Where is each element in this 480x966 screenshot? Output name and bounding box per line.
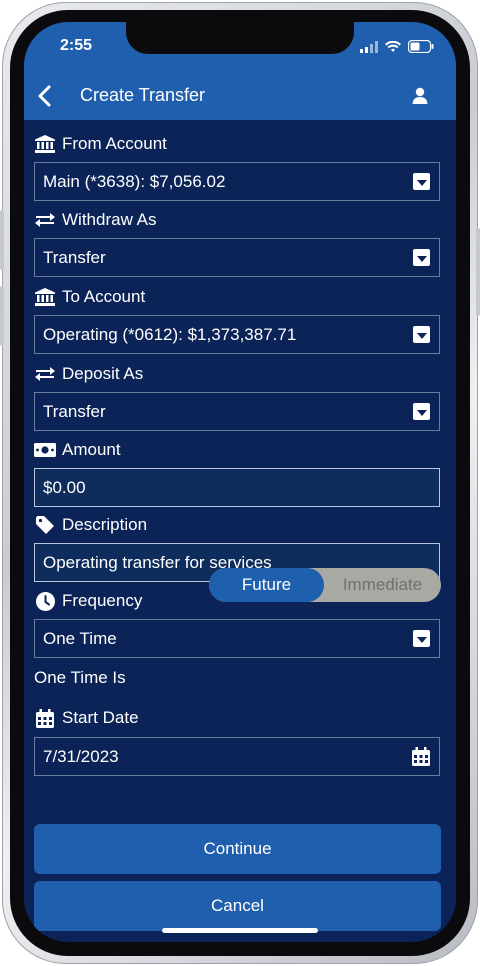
deposit-as-select[interactable]: Transfer xyxy=(34,392,440,431)
exchange-icon xyxy=(34,210,56,230)
from-account-value: Main (*3638): $7,056.02 xyxy=(43,171,226,191)
from-account-label: From Account xyxy=(34,132,167,156)
status-icons xyxy=(360,40,434,53)
from-account-select[interactable]: Main (*3638): $7,056.02 xyxy=(34,162,440,201)
dropdown-caret-icon xyxy=(413,249,430,266)
to-account-label-text: To Account xyxy=(62,287,146,306)
withdraw-as-label-text: Withdraw As xyxy=(62,210,157,229)
continue-button[interactable]: Continue xyxy=(34,824,441,874)
clock-icon xyxy=(34,591,56,611)
calendar-picker-icon[interactable] xyxy=(412,747,430,766)
cancel-button[interactable]: Cancel xyxy=(34,881,441,931)
status-time: 2:55 xyxy=(60,37,93,54)
amount-label-text: Amount xyxy=(62,440,121,459)
one-time-is-label-text: One Time Is xyxy=(34,668,126,687)
dropdown-caret-icon xyxy=(413,326,430,343)
start-date-input[interactable]: 7/31/2023 xyxy=(34,737,440,776)
withdraw-as-value: Transfer xyxy=(43,247,106,267)
user-profile-icon[interactable] xyxy=(410,86,430,106)
toggle-future-option[interactable]: Future xyxy=(209,568,324,602)
app-screen: 2:55 Create Transfer From Account Main (… xyxy=(24,22,456,942)
deposit-as-label: Deposit As xyxy=(34,362,143,386)
frequency-value: One Time xyxy=(43,628,117,648)
start-date-label-text: Start Date xyxy=(62,708,139,727)
amount-value: $0.00 xyxy=(43,477,86,497)
deposit-as-label-text: Deposit As xyxy=(62,364,144,383)
to-account-label: To Account xyxy=(34,285,145,309)
withdraw-as-label: Withdraw As xyxy=(34,208,156,232)
status-bar: 2:55 xyxy=(24,22,456,72)
wifi-icon xyxy=(385,40,401,52)
dropdown-caret-icon xyxy=(413,403,430,420)
withdraw-as-select[interactable]: Transfer xyxy=(34,238,440,277)
to-account-select[interactable]: Operating (*0612): $1,373,387.71 xyxy=(34,315,440,354)
start-date-value: 7/31/2023 xyxy=(43,746,119,766)
volume-down-button xyxy=(0,286,4,346)
page-title: Create Transfer xyxy=(80,85,206,105)
bank-icon xyxy=(34,287,56,307)
description-label: Description xyxy=(34,513,147,537)
back-chevron-icon[interactable] xyxy=(32,82,60,110)
signal-icon xyxy=(360,40,378,53)
one-time-toggle[interactable]: Future Immediate xyxy=(209,568,441,602)
start-date-label: Start Date xyxy=(34,706,139,730)
deposit-as-value: Transfer xyxy=(43,401,106,421)
home-indicator xyxy=(162,928,318,933)
power-button xyxy=(476,228,480,316)
description-label-text: Description xyxy=(62,515,148,534)
exchange-icon xyxy=(34,364,56,384)
dropdown-caret-icon xyxy=(413,173,430,190)
camera-notch xyxy=(126,22,354,54)
calendar-icon xyxy=(34,708,56,728)
volume-up-button xyxy=(0,210,4,270)
one-time-is-label: One Time Is xyxy=(34,666,126,690)
from-account-label-text: From Account xyxy=(62,134,167,153)
amount-label: Amount xyxy=(34,438,121,462)
bank-icon xyxy=(34,134,56,154)
to-account-value: Operating (*0612): $1,373,387.71 xyxy=(43,324,297,344)
frequency-label: Frequency xyxy=(34,589,142,613)
dropdown-caret-icon xyxy=(413,630,430,647)
amount-input[interactable]: $0.00 xyxy=(34,468,440,507)
tag-icon xyxy=(34,515,56,535)
money-bill-icon xyxy=(34,440,56,460)
frequency-label-text: Frequency xyxy=(62,591,143,610)
battery-icon xyxy=(408,40,434,53)
frequency-select[interactable]: One Time xyxy=(34,619,440,658)
nav-bar: Create Transfer xyxy=(24,72,456,120)
toggle-immediate-option[interactable]: Immediate xyxy=(324,568,441,602)
